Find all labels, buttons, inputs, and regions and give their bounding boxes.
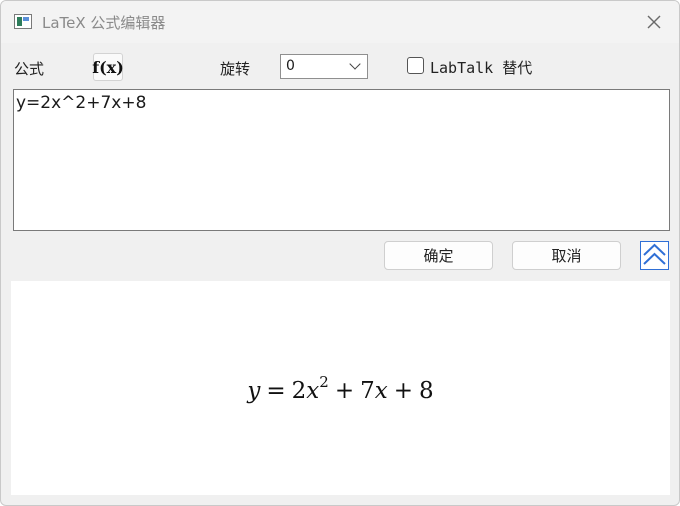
formula-preview: y = 2x2 +7x +8	[11, 281, 670, 495]
latex-input[interactable]: y=2x^2+7x+8	[13, 89, 670, 231]
formula-coef1: 2	[291, 378, 307, 404]
ok-button[interactable]: 确定	[384, 241, 493, 270]
formula-coef2: 7	[360, 378, 375, 404]
formula-y: y	[247, 378, 261, 404]
rendered-formula: y = 2x2 +7x +8	[11, 373, 670, 404]
formula-label: 公式	[14, 60, 45, 78]
cancel-button[interactable]: 取消	[512, 241, 621, 270]
labtalk-checkbox[interactable]	[407, 57, 424, 74]
formula-plus1: +	[334, 378, 355, 404]
formula-plus2: +	[393, 378, 413, 404]
close-icon	[647, 15, 661, 29]
insert-function-button[interactable]: f(x)	[92, 53, 124, 81]
window-title: LaTeX 公式编辑器	[42, 14, 166, 32]
formula-const: 8	[419, 378, 434, 404]
chevron-down-icon	[349, 58, 361, 70]
rotate-select-value: 0	[286, 58, 295, 74]
close-button[interactable]	[637, 7, 671, 37]
latex-app-icon	[14, 14, 32, 29]
collapse-preview-button[interactable]	[640, 241, 669, 270]
formula-x1: x	[306, 378, 320, 404]
formula-equals: =	[266, 378, 286, 404]
formula-exponent: 2	[319, 373, 329, 391]
labtalk-checkbox-label[interactable]: LabTalk 替代	[430, 57, 532, 78]
rotate-select[interactable]: 0	[280, 54, 368, 79]
title-bar: LaTeX 公式编辑器	[1, 1, 679, 43]
rotate-label: 旋转	[220, 60, 251, 78]
double-chevron-up-icon	[643, 243, 666, 265]
formula-x2: x	[374, 378, 388, 404]
latex-editor-dialog: LaTeX 公式编辑器 公式 f(x) 旋转 0 LabTalk 替代 y=2x…	[0, 0, 680, 506]
